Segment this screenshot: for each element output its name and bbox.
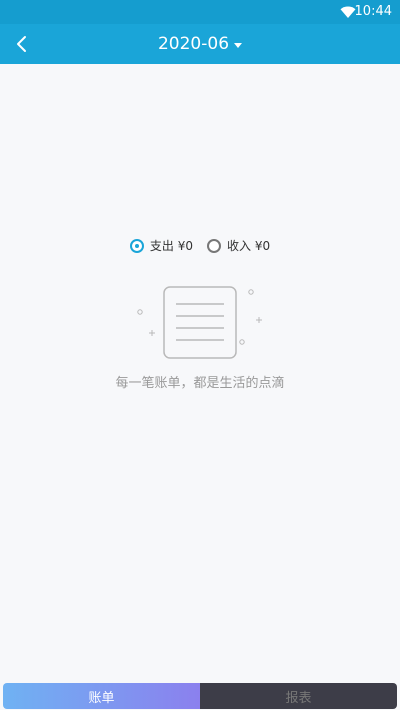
back-button[interactable] [6, 28, 38, 60]
type-toggle: 支出 ¥0 收入 ¥0 [0, 239, 400, 253]
radio-checked-icon [129, 239, 144, 253]
status-bar: 10:44 [0, 0, 400, 24]
month-picker[interactable]: 2020-06 [140, 24, 260, 64]
caret-down-icon [234, 42, 243, 48]
bottom-tab-bar: 账单 报表 [3, 683, 397, 709]
main-content: 支出 ¥0 收入 ¥0 每一笔账单，都是生活的点滴 [0, 64, 400, 680]
app-bar: 2020-06 [0, 24, 400, 64]
expense-radio[interactable]: 支出 ¥0 [129, 239, 193, 253]
income-label: 收入 ¥0 [227, 239, 271, 253]
radio-unchecked-icon [207, 239, 221, 253]
tab-bills[interactable]: 账单 [3, 683, 200, 709]
tab-reports[interactable]: 报表 [200, 683, 397, 709]
income-radio[interactable]: 收入 ¥0 [207, 239, 270, 253]
empty-ledger-icon [137, 286, 262, 359]
chevron-left-icon [17, 36, 26, 52]
expense-label: 支出 ¥0 [149, 239, 193, 253]
month-label: 2020-06 [157, 34, 230, 54]
empty-message: 每一笔账单，都是生活的点滴 [115, 376, 285, 391]
status-time: 10:44 [354, 4, 392, 19]
